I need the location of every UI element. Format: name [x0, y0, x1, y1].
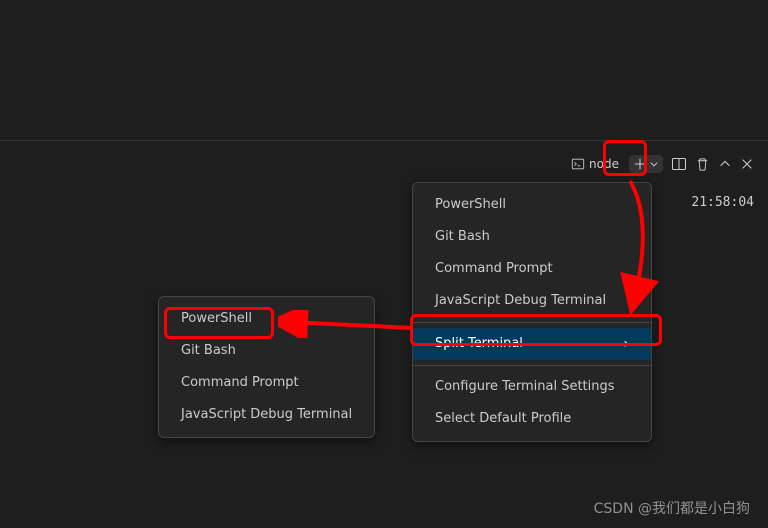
menu-item-label: PowerShell — [181, 309, 252, 329]
menu-item-label: Git Bash — [435, 227, 490, 247]
menu-item-label: Select Default Profile — [435, 409, 571, 429]
menu-item-label: PowerShell — [435, 195, 506, 215]
watermark-text: CSDN @我们都是小白狗 — [594, 498, 750, 518]
menu-item-default-profile[interactable]: Select Default Profile — [413, 403, 651, 435]
menu-item-git-bash[interactable]: Git Bash — [413, 221, 651, 253]
terminal-panel: node — [0, 141, 768, 528]
close-panel-button[interactable] — [736, 151, 758, 177]
terminal-timestamp: 21:58:04 — [691, 195, 754, 210]
editor-area — [0, 0, 768, 141]
menu-item-label: Command Prompt — [181, 373, 299, 393]
chevron-right-icon: › — [623, 337, 629, 351]
submenu-item-command-prompt[interactable]: Command Prompt — [159, 367, 374, 399]
trash-icon — [695, 157, 710, 172]
chevron-down-icon — [649, 159, 659, 169]
menu-item-label: Git Bash — [181, 341, 236, 361]
kill-terminal-button[interactable] — [691, 151, 714, 177]
menu-item-label: JavaScript Debug Terminal — [435, 291, 606, 311]
chevron-up-icon — [718, 157, 732, 171]
menu-item-label: JavaScript Debug Terminal — [181, 405, 352, 425]
menu-item-js-debug-terminal[interactable]: JavaScript Debug Terminal — [413, 285, 651, 317]
menu-item-command-prompt[interactable]: Command Prompt — [413, 253, 651, 285]
split-terminal-button[interactable] — [667, 151, 691, 177]
new-terminal-menu: PowerShell Git Bash Command Prompt JavaS… — [412, 182, 652, 442]
menu-item-split-terminal[interactable]: Split Terminal › — [413, 328, 651, 360]
new-terminal-dropdown[interactable] — [625, 151, 667, 177]
menu-item-label: Split Terminal — [435, 334, 523, 354]
close-icon — [740, 157, 754, 171]
maximize-panel-button[interactable] — [714, 151, 736, 177]
terminal-process-label: node — [589, 157, 619, 171]
plus-icon — [633, 157, 647, 171]
menu-item-configure-settings[interactable]: Configure Terminal Settings — [413, 371, 651, 403]
menu-separator — [413, 322, 651, 323]
split-panel-icon — [671, 156, 687, 172]
terminal-process-indicator[interactable]: node — [565, 157, 625, 171]
submenu-item-js-debug-terminal[interactable]: JavaScript Debug Terminal — [159, 399, 374, 431]
menu-item-powershell[interactable]: PowerShell — [413, 189, 651, 221]
split-terminal-submenu: PowerShell Git Bash Command Prompt JavaS… — [158, 296, 375, 438]
submenu-item-powershell[interactable]: PowerShell — [159, 303, 374, 335]
terminal-toolbar: node — [565, 151, 758, 177]
menu-item-label: Configure Terminal Settings — [435, 377, 615, 397]
menu-separator — [413, 365, 651, 366]
terminal-icon — [571, 157, 585, 171]
submenu-item-git-bash[interactable]: Git Bash — [159, 335, 374, 367]
menu-item-label: Command Prompt — [435, 259, 553, 279]
